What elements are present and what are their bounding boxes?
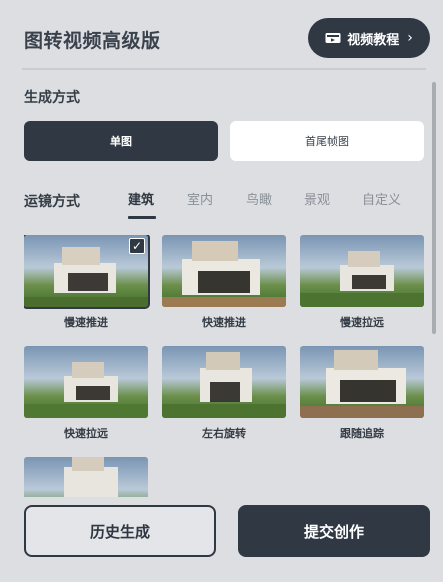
page-title: 图转视频高级版 [24, 30, 161, 52]
first-last-frame-option[interactable]: 首尾帧图 [230, 121, 424, 161]
preset-label: 跟随追踪 [340, 427, 384, 440]
preset-label: 左右旋转 [202, 427, 246, 440]
preset-tile[interactable]: 左右旋转 [162, 346, 286, 441]
camera-movement-label: 运镜方式 [24, 194, 80, 210]
preset-thumbnail [162, 346, 286, 418]
tab-landscape[interactable]: 景观 [304, 189, 330, 208]
preset-label: 快速拉远 [64, 427, 108, 440]
submit-button[interactable]: 提交创作 [238, 505, 430, 557]
header-divider [22, 68, 426, 70]
header: 图转视频高级版 视频教程 › [0, 0, 443, 68]
preset-label: 快速推进 [202, 316, 246, 329]
tab-interior[interactable]: 室内 [187, 189, 213, 208]
preset-thumbnail: ✓ [24, 235, 150, 309]
preset-tile[interactable]: ✓ 慢速推进 [24, 235, 150, 330]
preset-tile[interactable]: 快速拉远 [24, 346, 148, 441]
scrollbar[interactable] [432, 82, 436, 334]
preset-tile[interactable]: 慢速拉远 [300, 235, 424, 330]
preset-tile[interactable] [24, 457, 148, 497]
check-icon: ✓ [129, 238, 145, 254]
history-button[interactable]: 历史生成 [24, 505, 216, 557]
tab-custom[interactable]: 自定义 [362, 189, 401, 208]
tab-architecture[interactable]: 建筑 [128, 189, 154, 208]
camera-preset-grid: ✓ 慢速推进 快速推进 慢速拉远 快速拉远 左右旋转 跟随追踪 [24, 235, 424, 497]
preset-label: 慢速拉远 [340, 316, 384, 329]
chevron-right-icon: › [407, 30, 413, 46]
video-tutorial-label: 视频教程 [347, 32, 400, 48]
preset-thumbnail [300, 346, 424, 418]
active-tab-indicator [128, 216, 156, 219]
preset-thumbnail [24, 346, 148, 418]
preset-label: 慢速推进 [64, 316, 108, 329]
tab-aerial[interactable]: 鸟瞰 [246, 189, 272, 208]
preset-thumbnail [162, 235, 286, 307]
video-camera-icon [325, 33, 341, 43]
generation-mode-label: 生成方式 [24, 90, 80, 106]
preset-thumbnail [300, 235, 424, 307]
preset-tile[interactable]: 跟随追踪 [300, 346, 424, 441]
preset-tile[interactable]: 快速推进 [162, 235, 286, 330]
single-image-option[interactable]: 单图 [24, 121, 218, 161]
preset-thumbnail [24, 457, 148, 497]
video-tutorial-button[interactable]: 视频教程 › [308, 18, 430, 58]
